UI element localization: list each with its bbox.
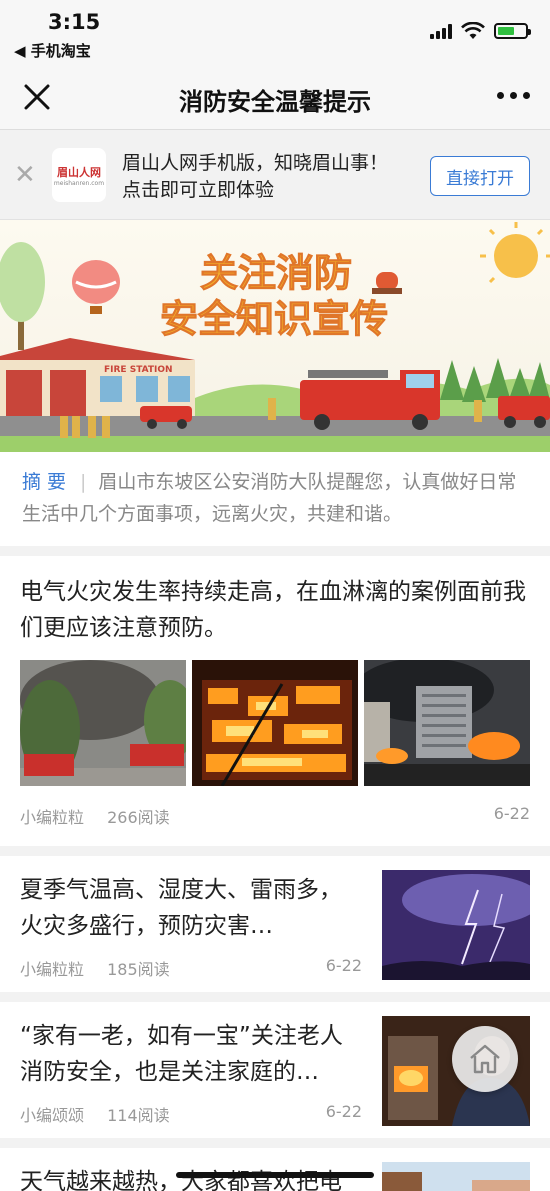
- banner-line-2: 点击即可立即体验: [122, 179, 275, 201]
- article-image-tower-fire[interactable]: [364, 660, 530, 786]
- article-author: 小编粒粒: [20, 808, 85, 827]
- article-image-lightning[interactable]: [382, 870, 530, 980]
- article-image-smoke[interactable]: [20, 660, 186, 786]
- sun-icon: [480, 222, 550, 284]
- article-meta: 小编粒粒 266阅读 6-22: [20, 804, 530, 828]
- article-card[interactable]: 天气越来越热，大家都喜欢把电动车停在阴凉的楼道底下: [0, 1148, 550, 1191]
- nav-bar: 消防安全温馨提示: [0, 64, 550, 130]
- battery-icon: [494, 23, 531, 39]
- article-title[interactable]: 夏季气温高、湿度大、雷雨多，火灾多盛行，预防灾害…: [20, 872, 360, 944]
- home-icon: [470, 1044, 500, 1074]
- hero-headline-1: 关注消防: [200, 251, 352, 295]
- banner-text: 眉山人网手机版，知晓眉山事！ 点击即可立即体验: [122, 150, 388, 204]
- home-button[interactable]: [452, 1026, 518, 1092]
- page-title: 消防安全温馨提示: [179, 88, 371, 116]
- summary-text: 眉山市东坡区公安消防大队提醒您，认真做好日常生活中几个方面事项，远离火灾，共建和…: [22, 471, 517, 525]
- status-time: 3:15: [48, 10, 101, 34]
- article-date: 6-22: [325, 1102, 362, 1121]
- app-logo-text: 眉山人网: [57, 165, 101, 179]
- status-icons: [430, 22, 531, 40]
- article-meta: 小编颂颂 114阅读 6-22: [20, 1102, 362, 1126]
- article-card[interactable]: 电气火灾发生率持续走高，在血淋漓的案例面前我们更应该注意预防。 小编粒粒 266…: [0, 556, 550, 856]
- station-sign: FIRE STATION: [104, 365, 173, 375]
- article-reads: 114阅读: [107, 1106, 170, 1125]
- back-to-app-link[interactable]: ◀ 手机淘宝: [14, 40, 91, 61]
- article-date: 6-22: [493, 804, 530, 823]
- app-logo: 眉山人网 meishanren.com: [52, 148, 106, 202]
- article-image-building-fire[interactable]: [192, 660, 358, 786]
- wifi-icon: [461, 22, 485, 39]
- banner-line-1: 眉山人网手机版，知晓眉山事！: [122, 152, 389, 174]
- article-image-row: [20, 660, 530, 786]
- hot-air-balloon-icon: [72, 260, 120, 314]
- tree-icon: [0, 242, 45, 350]
- article-author: 小编粒粒: [20, 960, 85, 979]
- fire-station-building: FIRE STATION: [0, 338, 195, 416]
- article-card[interactable]: 夏季气温高、湿度大、雷雨多，火灾多盛行，预防灾害… 小编粒粒 185阅读 6-2…: [0, 856, 550, 1002]
- article-meta: 小编粒粒 185阅读 6-22: [20, 956, 362, 980]
- open-app-button[interactable]: 直接打开: [430, 156, 530, 196]
- hero-banner-image: FIRE STATION 关注消防 安全知识宣传: [0, 220, 550, 452]
- app-logo-subtext: meishanren.com: [53, 179, 105, 187]
- alarm-light-icon: [372, 272, 402, 294]
- status-bar: 3:15 ◀ 手机淘宝: [0, 0, 550, 64]
- more-options-icon[interactable]: [497, 92, 530, 99]
- article-image-street[interactable]: [382, 1162, 530, 1191]
- article-author: 小编颂颂: [20, 1106, 85, 1125]
- article-reads: 266阅读: [107, 808, 170, 827]
- article-title[interactable]: 电气火灾发生率持续走高，在血淋漓的案例面前我们更应该注意预防。: [20, 574, 530, 646]
- home-indicator[interactable]: [176, 1172, 374, 1178]
- article-title[interactable]: “家有一老，如有一宝”关注老人消防安全，也是关注家庭的…: [20, 1018, 360, 1090]
- summary-label: 摘要: [22, 471, 73, 493]
- article-reads: 185阅读: [107, 960, 170, 979]
- app-download-banner: ✕ 眉山人网 meishanren.com 眉山人网手机版，知晓眉山事！ 点击即…: [0, 130, 550, 220]
- summary-divider: |: [80, 471, 87, 493]
- cellular-signal-icon: [430, 23, 452, 39]
- hero-headline-2: 安全知识宣传: [160, 297, 388, 341]
- banner-close-icon[interactable]: ✕: [14, 162, 36, 188]
- summary-section: 摘要 | 眉山市东坡区公安消防大队提醒您，认真做好日常生活中几个方面事项，远离火灾，…: [0, 452, 550, 556]
- article-date: 6-22: [325, 956, 362, 975]
